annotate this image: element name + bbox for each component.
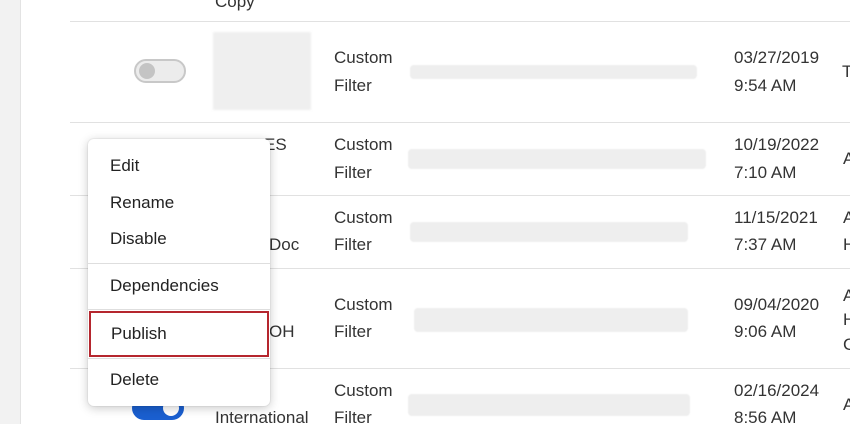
row-4-type-line1: Custom bbox=[334, 295, 393, 314]
row-2-owner-redacted bbox=[408, 149, 706, 169]
row-2-type-line1: Custom bbox=[334, 135, 393, 154]
row-2-extra-0: A bbox=[843, 149, 850, 168]
row-3-owner-redacted bbox=[410, 222, 688, 242]
row-3-extra-0: A bbox=[843, 208, 850, 227]
row-5-name: International bbox=[215, 408, 309, 427]
row-4-owner-redacted bbox=[414, 308, 688, 332]
row-4-extra-0: A bbox=[843, 286, 850, 305]
menu-item-disable[interactable]: Disable bbox=[88, 224, 270, 254]
row-actions-menu: Edit Rename Disable Dependencies Publish… bbox=[88, 139, 270, 406]
menu-item-edit[interactable]: Edit bbox=[88, 151, 270, 181]
row-1-type-line2: Filter bbox=[334, 76, 372, 95]
left-gutter bbox=[0, 0, 21, 424]
row-5-type-line1: Custom bbox=[334, 381, 393, 400]
row-3-extra-1: H bbox=[843, 235, 850, 254]
row-1-type-line1: Custom bbox=[334, 48, 393, 67]
row-1-owner-redacted bbox=[410, 65, 697, 79]
row-divider bbox=[70, 122, 850, 123]
row-3-date: 11/15/2021 bbox=[734, 208, 818, 227]
row-4-time: 9:06 AM bbox=[734, 322, 797, 341]
menu-item-delete[interactable]: Delete bbox=[88, 365, 270, 395]
menu-item-publish[interactable]: Publish bbox=[89, 311, 269, 357]
row-3-name: Doc bbox=[269, 235, 300, 254]
row-5-time: 8:56 AM bbox=[734, 408, 797, 427]
row-4-name: OH bbox=[269, 322, 295, 341]
row-4-extra-1: H bbox=[843, 310, 850, 329]
row-2-type-line2: Filter bbox=[334, 163, 372, 182]
menu-separator bbox=[88, 263, 270, 264]
row-4-date: 09/04/2020 bbox=[734, 295, 820, 314]
row-divider bbox=[70, 21, 850, 22]
row-2-date: 10/19/2022 bbox=[734, 135, 820, 154]
menu-item-dependencies[interactable]: Dependencies bbox=[88, 271, 270, 301]
row-4-type-line2: Filter bbox=[334, 322, 372, 341]
menu-separator bbox=[88, 358, 270, 359]
row-1-extra-0: T bbox=[842, 62, 850, 81]
row-4-extra-2: C bbox=[843, 335, 850, 354]
row-5-date: 02/16/2024 bbox=[734, 381, 820, 400]
row-1-toggle[interactable] bbox=[134, 59, 186, 83]
row-5-extra-0: A bbox=[843, 395, 850, 414]
row-3-type-line2: Filter bbox=[334, 235, 372, 254]
menu-separator bbox=[88, 309, 270, 310]
row-3-type-line1: Custom bbox=[334, 208, 393, 227]
row-1-time: 9:54 AM bbox=[734, 76, 797, 95]
row-0-name: Copy bbox=[215, 0, 255, 11]
row-1-date: 03/27/2019 bbox=[734, 48, 820, 67]
row-1-thumbnail bbox=[213, 32, 311, 110]
row-3-time: 7:37 AM bbox=[734, 235, 797, 254]
row-5-type-line2: Filter bbox=[334, 408, 372, 427]
menu-item-rename[interactable]: Rename bbox=[88, 188, 270, 218]
row-2-time: 7:10 AM bbox=[734, 163, 797, 182]
toggle-knob bbox=[139, 63, 155, 79]
row-5-owner-redacted bbox=[408, 394, 690, 416]
